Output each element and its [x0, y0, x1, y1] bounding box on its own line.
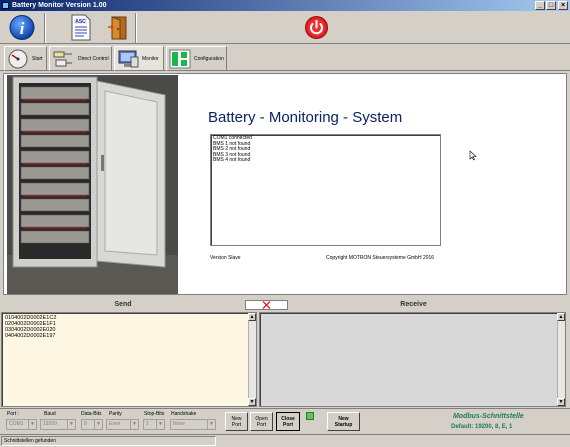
- port-status-led: [306, 412, 314, 420]
- scroll-down-arrow-icon[interactable]: ▼: [557, 398, 565, 406]
- send-textbox[interactable]: 0104002D0002E1C2 0204002D0002E1F1 030400…: [1, 312, 257, 407]
- version-label: Version Slave: [210, 255, 241, 261]
- chevron-down-icon: ▼: [67, 420, 75, 429]
- port-select[interactable]: COM1 ▼: [6, 419, 37, 430]
- send-scrollbar[interactable]: ▲ ▼: [248, 313, 256, 406]
- stopbits-label: Stop-Bits: [144, 411, 165, 417]
- baud-select[interactable]: 19200 ▼: [40, 419, 76, 430]
- tab-start-label: Start: [32, 56, 43, 62]
- parity-value: Even: [109, 421, 121, 427]
- battery-cabinet-photo: [7, 75, 178, 294]
- status-text: Schnittstellen gefunden: [1, 436, 216, 446]
- tab-monitor-label: Monitor: [142, 56, 159, 62]
- chevron-down-icon: ▼: [130, 420, 138, 429]
- new-port-button[interactable]: New Port: [225, 412, 248, 431]
- open-port-button[interactable]: Open Port: [250, 412, 273, 431]
- info-icon[interactable]: i: [8, 14, 36, 41]
- monitor-icon: [117, 49, 139, 69]
- start-panel: Battery - Monitoring - System COM1 conne…: [3, 73, 567, 295]
- minimize-button[interactable]: _: [535, 1, 545, 10]
- databits-label: Data-Bits: [81, 411, 102, 417]
- tab-configuration[interactable]: Configuration: [166, 46, 227, 71]
- chevron-down-icon: ▼: [94, 420, 102, 429]
- scroll-up-arrow-icon[interactable]: ▲: [248, 313, 256, 321]
- button-label: Port: [256, 422, 267, 428]
- svg-text:ASC: ASC: [75, 19, 86, 25]
- window-title: Battery Monitor Version 1.00: [12, 2, 107, 9]
- status-log[interactable]: COM1 connected BMS 1 not found BMS 2 not…: [210, 134, 441, 246]
- status-bar: Schnittstellen gefunden: [0, 434, 570, 447]
- tab-monitor[interactable]: Monitor: [114, 46, 164, 71]
- send-line: 0404002D0002E197: [5, 333, 56, 339]
- tab-configuration-label: Configuration: [194, 56, 224, 62]
- page-title: Battery - Monitoring - System: [208, 109, 403, 126]
- close-window-button[interactable]: ×: [558, 1, 568, 10]
- modbus-title: Modbus-Schnittstelle: [453, 413, 524, 420]
- modbus-default: Default: 19200, 8, E, 1: [451, 424, 513, 430]
- tab-start[interactable]: Start: [4, 46, 47, 71]
- stopbits-select[interactable]: 1 ▼: [143, 419, 165, 430]
- chevron-down-icon: ▼: [156, 420, 164, 429]
- databits-value: 8: [84, 421, 87, 427]
- receive-header: Receive: [400, 301, 427, 308]
- log-line: BMS 4 not found: [213, 157, 251, 164]
- ascii-doc-icon[interactable]: ASC: [70, 14, 92, 41]
- handshake-label: Handshake: [171, 411, 197, 417]
- button-label: Startup: [334, 422, 353, 428]
- mouse-cursor-icon: [469, 150, 477, 161]
- close-port-button[interactable]: Close Port: [276, 412, 300, 431]
- connector-icon: [52, 49, 74, 69]
- scroll-down-arrow-icon[interactable]: ▼: [248, 398, 256, 406]
- button-label: Port: [231, 422, 242, 428]
- chevron-down-icon: ▼: [207, 420, 215, 429]
- tab-direct-control-label: Direct Control: [78, 56, 109, 62]
- tab-bar: Start Direct Control Monitor Configurati…: [0, 44, 570, 71]
- parity-select[interactable]: Even ▼: [106, 419, 139, 430]
- receive-textbox[interactable]: ▲ ▼: [259, 312, 566, 407]
- power-button[interactable]: [304, 15, 329, 40]
- port-label: Port :: [7, 411, 19, 417]
- handshake-select[interactable]: None ▼: [170, 419, 216, 430]
- scroll-up-arrow-icon[interactable]: ▲: [557, 313, 565, 321]
- svg-text:i: i: [20, 19, 25, 38]
- receive-scrollbar[interactable]: ▲ ▼: [557, 313, 565, 406]
- config-icon: [169, 49, 191, 69]
- port-value: COM1: [9, 421, 24, 427]
- chevron-down-icon: ▼: [28, 420, 36, 429]
- maximize-button[interactable]: □: [546, 1, 556, 10]
- new-startup-button[interactable]: New Startup: [327, 412, 360, 431]
- stopbits-value: 1: [146, 421, 149, 427]
- tab-direct-control[interactable]: Direct Control: [49, 46, 112, 71]
- copyright-label: Copyright MOTRON Steuersysteme GmbH 2016: [326, 255, 435, 261]
- toolbar: i ASC: [0, 11, 570, 44]
- title-bar: Battery Monitor Version 1.00 _ □ ×: [0, 0, 570, 11]
- handshake-value: None: [173, 421, 185, 427]
- baud-value: 19200: [43, 421, 57, 427]
- databits-select[interactable]: 8 ▼: [81, 419, 103, 430]
- baud-label: Baud: [44, 411, 56, 417]
- send-header: Send: [114, 301, 132, 308]
- exit-door-icon[interactable]: [106, 15, 130, 40]
- app-icon: [2, 2, 9, 9]
- gauge-icon: [7, 49, 29, 69]
- button-label: Port: [283, 422, 293, 428]
- parity-label: Parity: [109, 411, 122, 417]
